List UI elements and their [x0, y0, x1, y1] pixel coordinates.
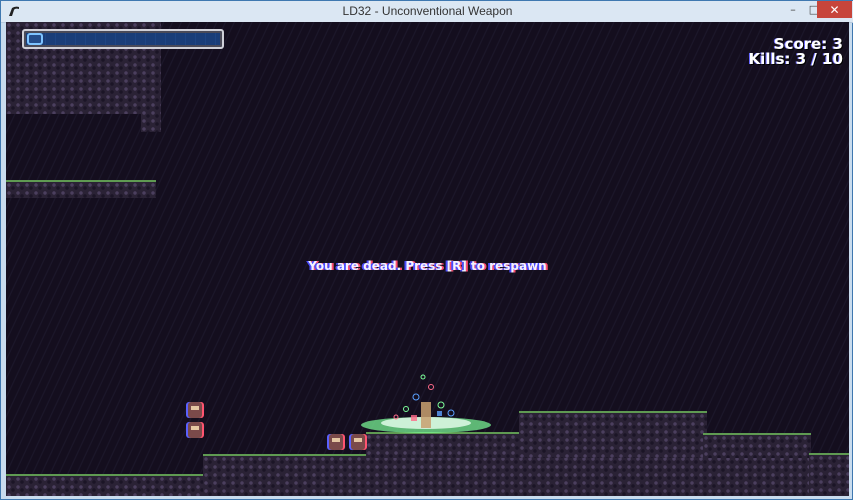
- game-canvas[interactable]: Score: 3 Kills: 3 / 10 You are dead. Pre…: [6, 22, 849, 496]
- health-icon: [27, 33, 43, 45]
- ground-step-high: [519, 411, 707, 458]
- enemy-sprite: [351, 434, 365, 450]
- close-button[interactable]: ✕: [817, 1, 852, 18]
- death-message: You are dead. Press [R] to respawn: [308, 259, 547, 273]
- rock-ceiling-step: [141, 110, 161, 132]
- window-title: LD32 - Unconventional Weapon: [342, 4, 513, 18]
- death-explosion: [361, 374, 491, 433]
- enemy-sprite: [329, 434, 343, 450]
- ground-left: [6, 474, 206, 496]
- title-bar[interactable]: LD32 - Unconventional Weapon – □ ✕: [1, 1, 853, 23]
- ground-main: [203, 454, 849, 496]
- rock-ledge: [6, 180, 156, 198]
- game-window: LD32 - Unconventional Weapon – □ ✕ Score…: [0, 0, 853, 500]
- health-bar-fill: [26, 33, 220, 45]
- ground-step-far: [809, 453, 849, 496]
- enemy-sprite: [188, 402, 202, 418]
- ground-step-right: [703, 433, 811, 458]
- enemy-sprite: [188, 422, 202, 438]
- score-panel: Score: 3 Kills: 3 / 10: [749, 37, 843, 67]
- kills-text: Kills: 3 / 10: [748, 50, 843, 68]
- health-bar: [22, 29, 224, 49]
